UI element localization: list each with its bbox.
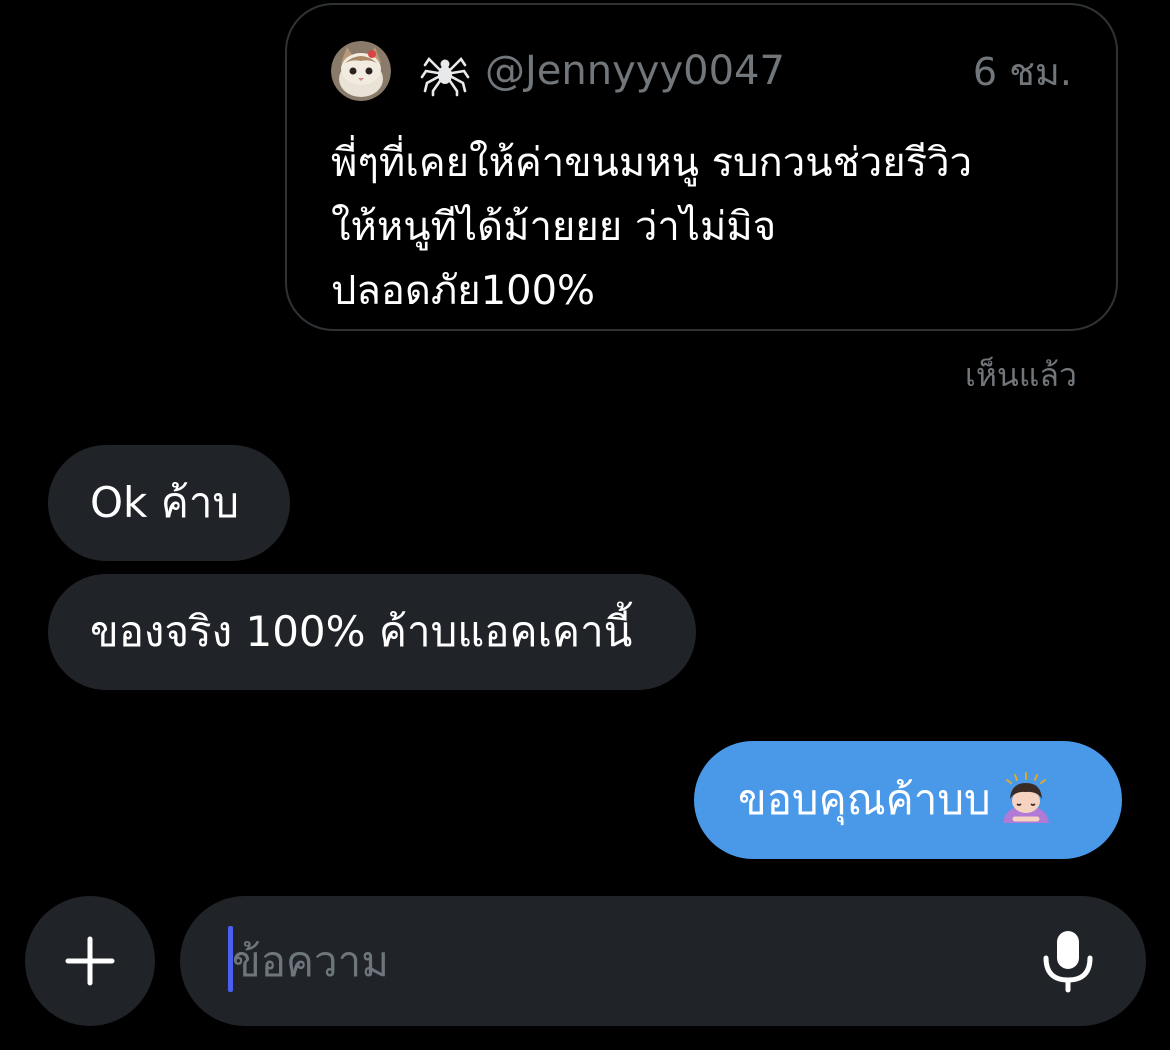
quoted-post-handle[interactable]: @Jennyyy0047 [485, 48, 973, 94]
person-bowing-emoji-icon [997, 771, 1055, 829]
quoted-post-text-line: พี่ๆที่เคยให้ค่าขนมหนู รบกวนช่วยรีวิว [331, 140, 973, 186]
quoted-post-text: พี่ๆที่เคยให้ค่าขนมหนู รบกวนช่วยรีวิว ให… [331, 131, 1091, 323]
message-text: ขอบคุณค้าบบ [738, 775, 991, 824]
quoted-post-text-line: ปลอดภัย100% [331, 268, 596, 314]
outgoing-message-bubble[interactable]: ขอบคุณค้าบบ [694, 741, 1122, 859]
cat-avatar-icon[interactable] [331, 41, 391, 101]
quoted-post-card[interactable]: @Jennyyy0047 6 ชม. พี่ๆที่เคยให้ค่าขนมหน… [285, 3, 1118, 331]
message-input-placeholder: ข้อความ [232, 937, 389, 986]
plus-icon [65, 936, 115, 986]
seen-status: เห็นแล้ว [964, 356, 1077, 394]
add-attachment-button[interactable] [25, 896, 155, 1026]
quoted-post-text-line: ให้หนูทีได้ม้ายยย ว่าไม่มิจ [331, 204, 777, 250]
message-input[interactable]: ข้อความ [180, 896, 1146, 1026]
message-text: ของจริง 100% ค้าบแอคเคานี้ [90, 607, 633, 656]
incoming-message-bubble[interactable]: Ok ค้าบ [48, 445, 290, 561]
message-text: Ok ค้าบ [90, 478, 240, 527]
spider-icon [419, 45, 471, 97]
quoted-post-header: @Jennyyy0047 6 ชม. [331, 39, 1072, 103]
incoming-message-bubble[interactable]: ของจริง 100% ค้าบแอคเคานี้ [48, 574, 696, 690]
microphone-icon[interactable] [1038, 928, 1098, 994]
quoted-post-time: 6 ชม. [972, 49, 1072, 94]
